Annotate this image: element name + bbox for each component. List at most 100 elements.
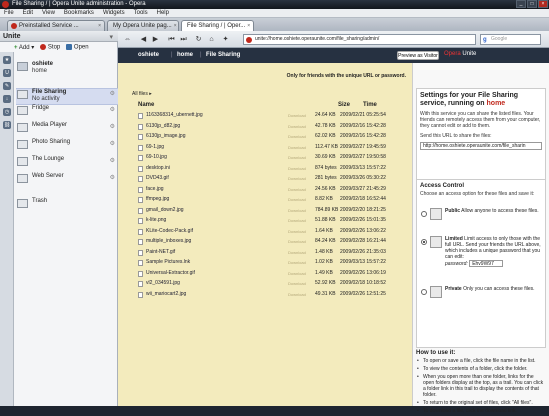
nav-service-link[interactable]: File Sharing — [206, 52, 240, 58]
file-row[interactable]: KLite-Codec-Pack.gif Download 1.64 KB 2009/… — [138, 228, 404, 235]
fast-forward-button[interactable]: ⏭ — [179, 35, 188, 44]
file-row[interactable]: 6130jp_image.jpg Download 62.02 KB 2009/02/… — [138, 133, 404, 140]
wand-button[interactable]: ✦ — [221, 35, 230, 44]
back-button[interactable]: ◀ — [139, 35, 148, 44]
links-panel-icon[interactable]: ⛓ — [3, 121, 11, 129]
file-row[interactable]: k-lite.png Download 51.88 KB 2009/02/26 15:… — [138, 217, 404, 224]
download-link[interactable]: Download — [288, 112, 306, 119]
breadcrumb-all-files[interactable]: All files ▸ — [132, 91, 152, 97]
panel-toggle-icon[interactable]: ⇔ — [123, 35, 132, 44]
download-link[interactable]: Download — [288, 196, 306, 203]
file-row[interactable]: ffmpeg.jpg Download 8.82 KB 2009/02/18 16:5… — [138, 196, 404, 203]
menu-help[interactable]: Help — [157, 10, 169, 16]
file-name-link[interactable]: ffmpeg.jpg — [146, 196, 169, 203]
tab-file-sharing[interactable]: File Sharing / | Oper... × — [181, 20, 254, 31]
menu-bookmarks[interactable]: Bookmarks — [64, 10, 94, 16]
forward-button[interactable]: ▶ — [151, 35, 160, 44]
private-radio[interactable] — [421, 289, 427, 295]
download-link[interactable]: Download — [288, 291, 306, 298]
menu-edit[interactable]: Edit — [23, 10, 33, 16]
download-link[interactable]: Download — [288, 228, 306, 235]
history-panel-icon[interactable]: ◷ — [3, 108, 11, 116]
service-item-web-server[interactable]: Web Server ⚙ — [16, 173, 118, 187]
nav-home-link[interactable]: home — [177, 52, 193, 58]
file-row[interactable]: gmail_down2.jpg Download 784.89 KB 2009/02/… — [138, 207, 404, 214]
file-name-link[interactable]: desktop.ini — [146, 165, 170, 172]
open-button[interactable]: Open — [66, 43, 89, 50]
download-link[interactable]: Download — [288, 186, 306, 193]
notes-panel-icon[interactable]: ✎ — [3, 82, 11, 90]
download-link[interactable]: Download — [288, 123, 306, 130]
file-name-link[interactable]: Sample Pictures.lnk — [146, 259, 190, 266]
file-row[interactable]: 6130jp_d82.jpg Download 42.78 KB 2009/02/16… — [138, 123, 404, 130]
file-name-link[interactable]: 69-1.jpg — [146, 144, 164, 151]
download-link[interactable]: Download — [288, 259, 306, 266]
download-link[interactable]: Download — [288, 249, 306, 256]
file-row[interactable]: 69-1.jpg Download 112.47 KB 2009/02/27 19:4… — [138, 144, 404, 151]
file-name-link[interactable]: 6130jp_image.jpg — [146, 133, 185, 140]
service-item-the-lounge[interactable]: The Lounge ⚙ — [16, 156, 118, 170]
download-link[interactable]: Download — [288, 270, 306, 277]
file-name-link[interactable]: gmail_down2.jpg — [146, 207, 184, 214]
service-settings-icon[interactable]: ⚙ — [110, 174, 115, 181]
file-name-link[interactable]: multiple_inboxes.jpg — [146, 238, 191, 245]
service-settings-icon[interactable]: ⚙ — [110, 157, 115, 164]
download-link[interactable]: Download — [288, 207, 306, 214]
service-settings-icon[interactable]: ⚙ — [110, 123, 115, 130]
file-row[interactable]: face.jpg Download 24.56 KB 2009/03/27 21:45… — [138, 186, 404, 193]
minimize-button[interactable]: _ — [516, 0, 526, 8]
reload-button[interactable]: ↻ — [194, 35, 203, 44]
file-name-link[interactable]: wii_mariocart2.jpg — [146, 291, 186, 298]
access-option-private[interactable]: Private Only you can access these files. — [421, 286, 545, 306]
menu-widgets[interactable]: Widgets — [103, 10, 125, 16]
service-item-media-player[interactable]: Media Player ⚙ — [16, 122, 118, 136]
close-button[interactable]: × — [538, 0, 548, 8]
service-item-fridge[interactable]: Fridge ⚙ — [16, 105, 118, 119]
service-settings-icon[interactable]: ⚙ — [110, 90, 115, 97]
download-link[interactable]: Download — [288, 154, 306, 161]
home-button[interactable]: ⌂ — [207, 35, 216, 44]
file-name-link[interactable]: 6130jp_d82.jpg — [146, 123, 180, 130]
close-tab-icon[interactable]: × — [247, 21, 250, 31]
address-field[interactable]: unite://home.oshiete.operaunite.com/file… — [243, 34, 476, 45]
file-name-link[interactable]: Paint-NET.gif — [146, 249, 175, 256]
search-field[interactable]: g Google — [480, 34, 541, 45]
public-radio[interactable] — [421, 211, 427, 217]
file-name-link[interactable]: face.jpg — [146, 186, 164, 193]
menu-file[interactable]: File — [4, 10, 14, 16]
download-link[interactable]: Download — [288, 280, 306, 287]
transfers-panel-icon[interactable]: ↓ — [3, 95, 11, 103]
file-row[interactable]: vl2_034591.jpg Download 52.92 KB 2009/02/18… — [138, 280, 404, 287]
file-row[interactable]: multiple_inboxes.jpg Download 84.24 KB 2009… — [138, 238, 404, 245]
file-row[interactable]: 69-10.jpg Download 30.69 KB 2009/02/27 19:5… — [138, 154, 404, 161]
download-link[interactable]: Download — [288, 165, 306, 172]
file-row[interactable]: Paint-NET.gif Download 1.48 KB 2009/02/26 2… — [138, 249, 404, 256]
menu-tools[interactable]: Tools — [134, 10, 148, 16]
service-item-photo-sharing[interactable]: Photo Sharing ⚙ — [16, 139, 118, 153]
tab-preinstalled[interactable]: Preinstalled Service ... × — [7, 20, 105, 31]
preview-as-visitor-button[interactable]: Preview as Visitor — [397, 51, 439, 60]
file-name-link[interactable]: vl2_034591.jpg — [146, 280, 180, 287]
file-name-link[interactable]: 69-10.jpg — [146, 154, 167, 161]
file-name-link[interactable]: KLite-Codec-Pack.gif — [146, 228, 193, 235]
close-tab-icon[interactable]: × — [98, 21, 101, 31]
file-row[interactable]: Universal-Extractor.gif Download 1.49 KB 20… — [138, 270, 404, 277]
add-button[interactable]: + Add ▾ — [14, 44, 34, 51]
stop-button[interactable]: Stop — [40, 43, 60, 50]
download-link[interactable]: Download — [288, 133, 306, 140]
file-row[interactable]: Sample Pictures.lnk Download 1.02 KB 2009/0… — [138, 259, 404, 266]
bookmarks-panel-icon[interactable]: ★ — [3, 56, 11, 64]
rewind-button[interactable]: ⏮ — [167, 35, 176, 44]
access-option-limited[interactable]: Limited Limit access to only those with … — [421, 236, 545, 282]
file-name-link[interactable]: Universal-Extractor.gif — [146, 270, 195, 277]
tab-my-opera-unite[interactable]: My Opera Unite pag... × — [107, 20, 179, 31]
close-tab-icon[interactable]: × — [174, 21, 177, 31]
limited-radio[interactable] — [421, 239, 427, 245]
download-link[interactable]: Download — [288, 144, 306, 151]
file-row[interactable]: wii_mariocart2.jpg Download 49.31 KB 2009/0… — [138, 291, 404, 298]
unite-user[interactable]: oshiete home — [16, 61, 118, 77]
download-link[interactable]: Download — [288, 217, 306, 224]
service-settings-icon[interactable]: ⚙ — [110, 106, 115, 113]
maximize-button[interactable]: □ — [527, 0, 537, 8]
service-settings-icon[interactable]: ⚙ — [110, 140, 115, 147]
